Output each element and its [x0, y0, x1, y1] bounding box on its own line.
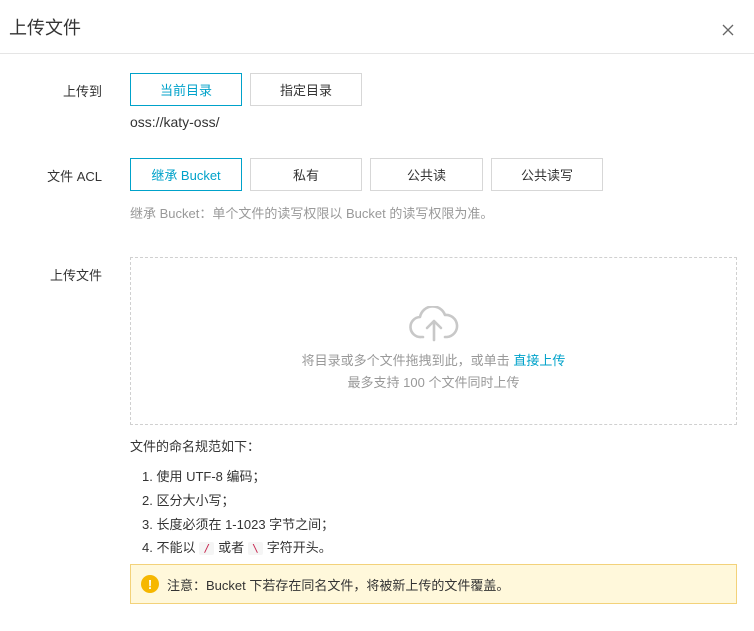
- naming-rules-title: 文件的命名规范如下：: [130, 439, 261, 454]
- upload-limit-text: 最多支持 100 个文件同时上传: [347, 375, 520, 390]
- rule-4-middle: 或者: [218, 540, 245, 555]
- acl-public-read-button[interactable]: 公共读: [370, 158, 483, 191]
- warning-icon: !: [141, 575, 159, 593]
- naming-rule-2: 2. 区分大小写；: [142, 493, 235, 508]
- naming-rule-1: 1. 使用 UTF-8 编码；: [142, 469, 266, 484]
- overwrite-notice: ! 注意：Bucket 下若存在同名文件，将被新上传的文件覆盖。: [130, 564, 737, 604]
- file-dropzone[interactable]: 将目录或多个文件拖拽到此，或单击 直接上传 最多支持 100 个文件同时上传: [130, 257, 737, 425]
- naming-rule-4: 4. 不能以 / 或者 \ 字符开头。: [142, 537, 332, 556]
- naming-rule-3: 3. 长度必须在 1-1023 字节之间；: [142, 517, 335, 532]
- drop-text: 将目录或多个文件拖拽到此，或单击: [301, 353, 510, 368]
- acl-hint: 继承 Bucket：单个文件的读写权限以 Bucket 的读写权限为准。: [130, 206, 494, 221]
- upload-path: oss://katy-oss/: [130, 114, 220, 130]
- acl-inherit-bucket-button[interactable]: 继承 Bucket: [130, 158, 242, 191]
- rule-4-prefix: 4. 不能以: [142, 540, 196, 555]
- cloud-upload-icon: [409, 305, 459, 345]
- slash-code: /: [199, 542, 215, 555]
- close-icon[interactable]: [718, 20, 738, 40]
- rule-4-suffix: 字符开头。: [266, 540, 332, 555]
- direct-upload-link[interactable]: 直接上传: [513, 353, 565, 368]
- acl-label: 文件 ACL: [47, 169, 102, 184]
- dialog-title: 上传文件: [9, 18, 81, 38]
- acl-private-button[interactable]: 私有: [250, 158, 362, 191]
- notice-text: 注意：Bucket 下若存在同名文件，将被新上传的文件覆盖。: [167, 577, 510, 593]
- drop-instruction: 将目录或多个文件拖拽到此，或单击 直接上传: [131, 350, 736, 369]
- dialog-header: 上传文件: [0, 0, 754, 54]
- upload-file-label: 上传文件: [49, 268, 102, 283]
- upload-to-label: 上传到: [62, 84, 102, 99]
- acl-public-read-write-button[interactable]: 公共读写: [491, 158, 603, 191]
- backslash-code: \: [248, 542, 263, 555]
- specified-directory-button[interactable]: 指定目录: [250, 73, 362, 106]
- current-directory-button[interactable]: 当前目录: [130, 73, 242, 106]
